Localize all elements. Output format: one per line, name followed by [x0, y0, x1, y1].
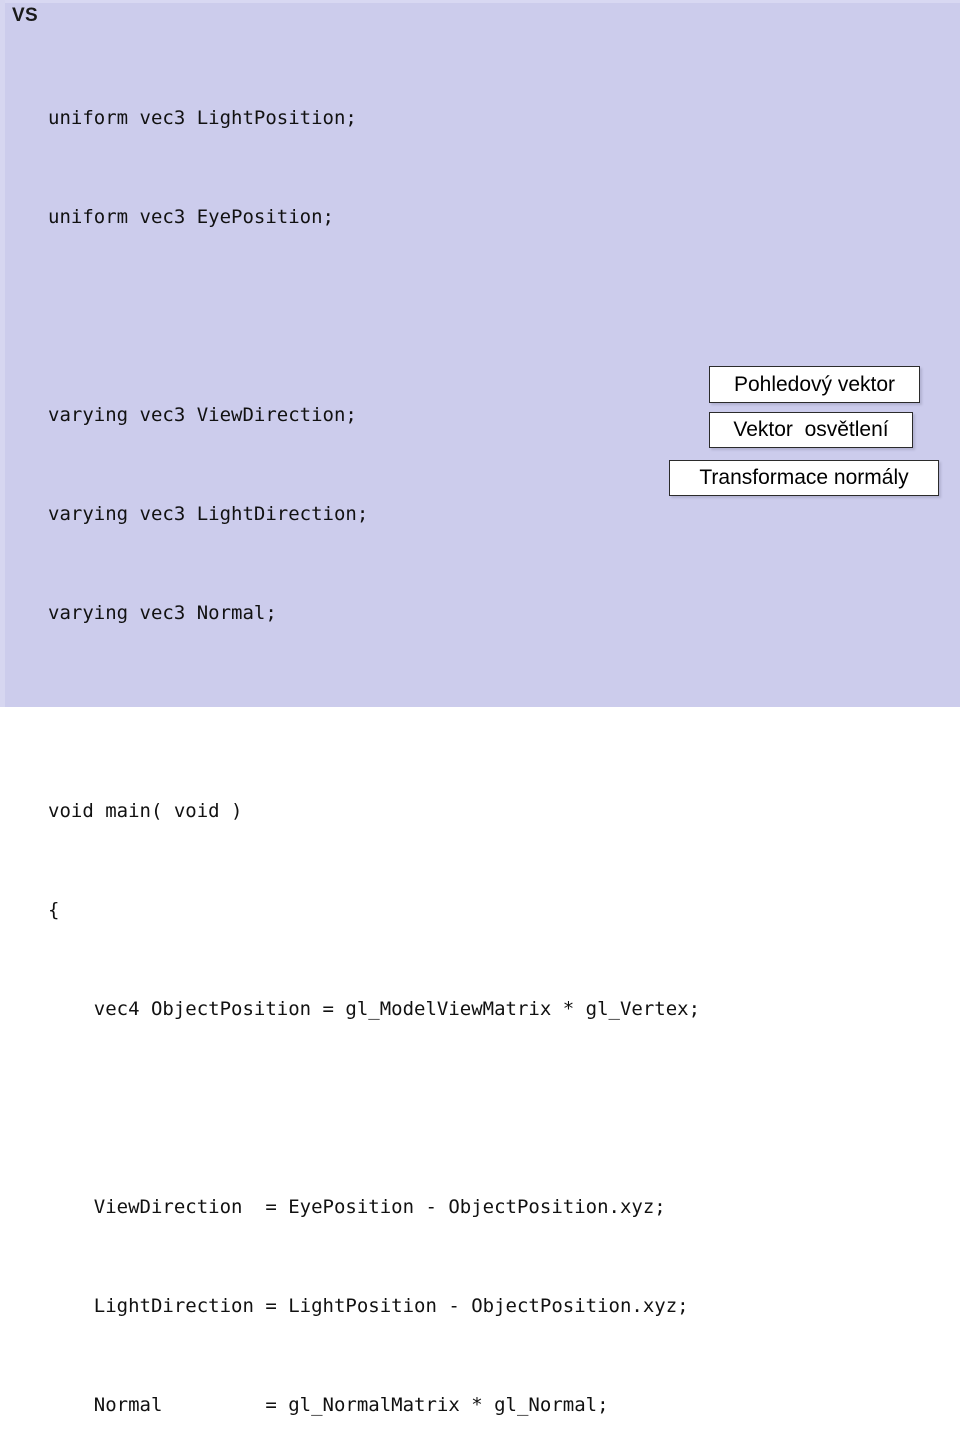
shader-code-block: uniform vec3 LightPosition; uniform vec3… [48, 36, 948, 1430]
annotation-view-vector: Pohledový vektor [709, 366, 920, 403]
panel-top-edge [0, 0, 960, 3]
vertex-shader-label: VS [12, 5, 38, 26]
panel-left-edge [0, 0, 5, 707]
annotation-light-vector: Vektor osvětlení [709, 412, 913, 448]
code-line: ViewDirection = EyePosition - ObjectPosi… [48, 1196, 666, 1218]
code-line: varying vec3 LightDirection; [48, 503, 369, 525]
code-line: Normal = gl_NormalMatrix * gl_Normal; [48, 1394, 609, 1416]
code-line: vec4 ObjectPosition = gl_ModelViewMatrix… [48, 998, 701, 1020]
code-line: void main( void ) [48, 800, 243, 822]
code-line: varying vec3 Normal; [48, 602, 277, 624]
slide: VS uniform vec3 LightPosition; uniform v… [0, 0, 960, 1416]
annotation-normal-transform: Transformace normály [669, 460, 939, 496]
code-line: uniform vec3 EyePosition; [48, 206, 334, 228]
code-line: { [48, 899, 60, 921]
code-line: uniform vec3 LightPosition; [48, 107, 357, 129]
code-line: LightDirection = LightPosition - ObjectP… [48, 1295, 689, 1317]
